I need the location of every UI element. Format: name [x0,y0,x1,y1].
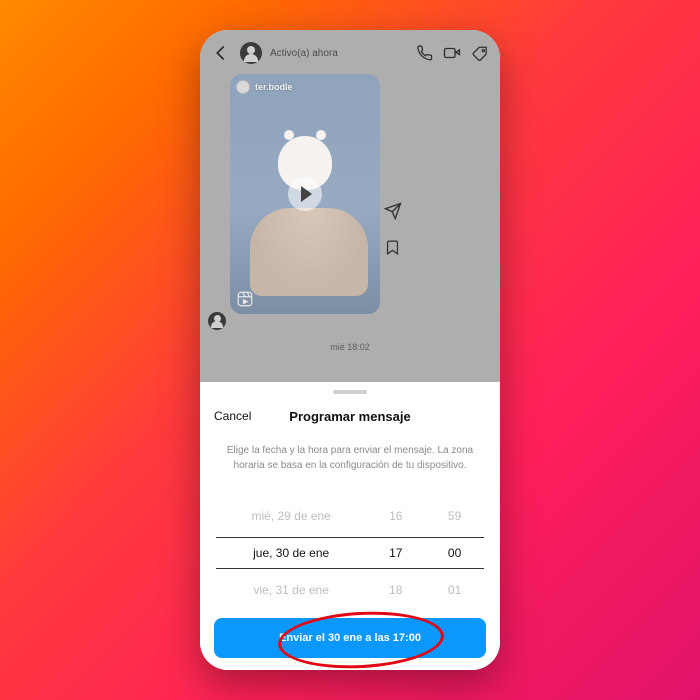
chat-header: Activo(a) ahora [210,36,490,70]
sheet-description: Elige la fecha y la hora para enviar el … [222,444,478,473]
contact-status: Activo(a) ahora [270,48,338,59]
schedule-message-sheet: Cancel Programar mensaje Elige la fecha … [200,382,500,670]
share-icon[interactable] [384,202,402,225]
video-icon[interactable] [442,43,462,63]
picker-row-selected[interactable]: jue, 30 de ene 17 00 [216,533,484,573]
datetime-picker[interactable]: mié, 29 de ene 16 59 jue, 30 de ene 17 0… [216,499,484,607]
reel-side-actions [384,202,402,261]
sheet-drag-handle[interactable] [333,390,367,394]
cancel-button[interactable]: Cancel [214,409,251,423]
message-timestamp: mié 18:02 [200,342,500,352]
reel-author-username: ter.bodle [255,82,293,92]
reels-icon [236,290,254,308]
reel-author-avatar [236,80,250,94]
phone-frame: Activo(a) ahora ter.bodle [200,30,500,670]
contact-avatar[interactable] [240,42,262,64]
tag-icon[interactable] [470,43,490,63]
play-icon[interactable] [288,177,322,211]
shared-reel-message[interactable]: ter.bodle [230,74,380,314]
send-scheduled-button[interactable]: Enviar el 30 ene a las 17:00 [214,618,486,658]
picker-row-next[interactable]: vie, 31 de ene 18 01 [216,573,484,607]
bookmark-icon[interactable] [384,239,402,261]
back-icon[interactable] [210,44,232,62]
sender-avatar[interactable] [208,312,226,330]
call-icon[interactable] [414,43,434,63]
sheet-title: Programar mensaje [289,409,410,424]
chat-screen-dimmed: Activo(a) ahora ter.bodle [200,30,500,382]
picker-row-prev[interactable]: mié, 29 de ene 16 59 [216,499,484,533]
